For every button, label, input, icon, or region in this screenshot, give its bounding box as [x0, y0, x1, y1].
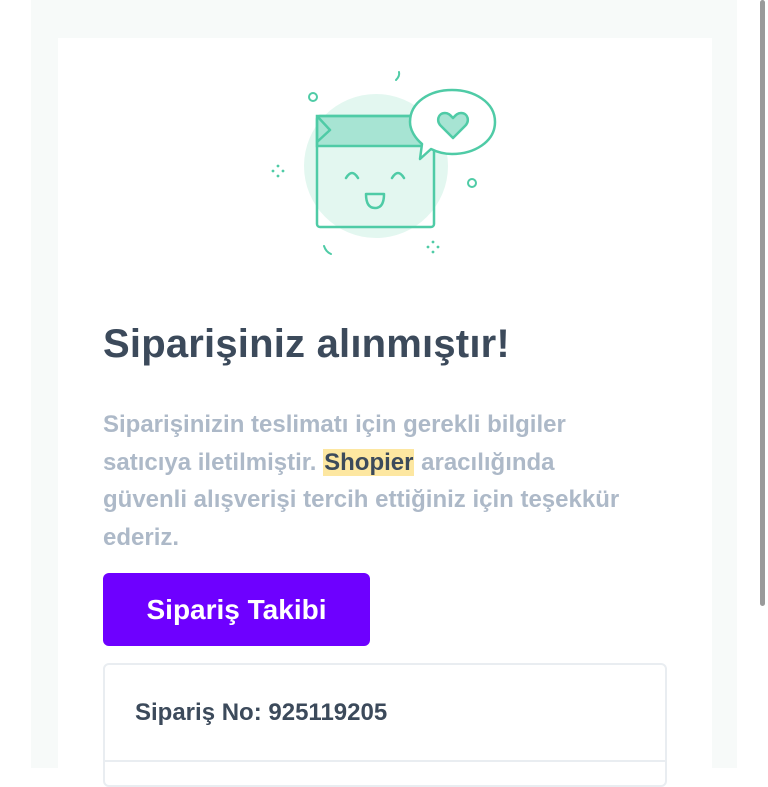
scrollbar[interactable]	[760, 0, 765, 606]
page-title: Siparişiniz alınmıştır!	[103, 322, 510, 366]
brand-highlight: Shopier	[323, 448, 415, 476]
order-number-label: Sipariş No:	[135, 699, 262, 726]
order-details-box: Sipariş No: 925119205	[103, 663, 667, 787]
order-number-value: 925119205	[268, 699, 388, 726]
order-number-row: Sipariş No: 925119205	[105, 665, 665, 762]
gift-box-icon	[271, 71, 497, 255]
confirmation-message: Siparişinizin teslimatı için gerekli bil…	[103, 406, 643, 556]
order-tracking-button[interactable]: Sipariş Takibi	[103, 573, 370, 646]
order-number: Sipariş No: 925119205	[135, 699, 387, 727]
